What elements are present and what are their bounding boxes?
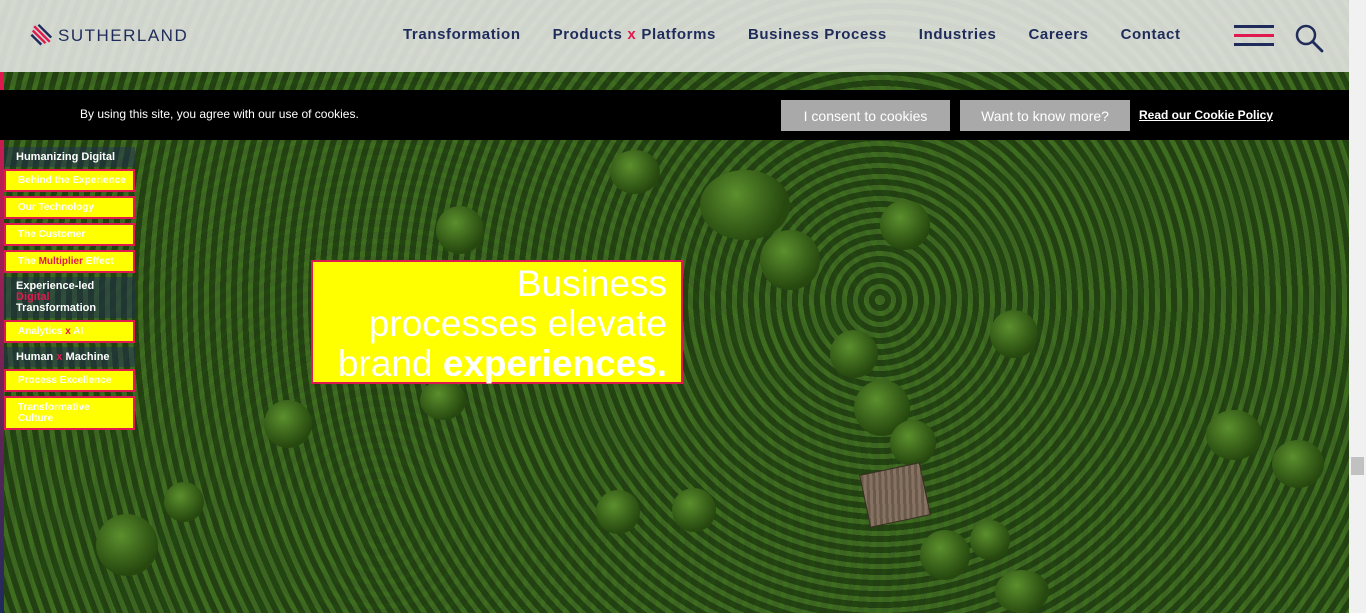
consent-cookies-button[interactable]: I consent to cookies (781, 100, 950, 131)
sutherland-logo-icon (30, 24, 52, 46)
nav-products-label: Products (552, 26, 623, 43)
side-item-our-technology[interactable]: Our Technology (4, 196, 135, 219)
side-section-text: Machine (65, 351, 110, 363)
tree-image (880, 200, 930, 250)
side-section-text: Human (16, 351, 54, 363)
hero-line-2: processes elevate (368, 303, 667, 344)
tree-image (970, 520, 1010, 560)
cookie-message: By using this site, you agree with our u… (80, 107, 359, 121)
tree-image (1206, 410, 1262, 460)
side-item-process-excellence[interactable]: Process Excellence (4, 369, 135, 392)
tree-image (920, 530, 970, 580)
tree-image (596, 490, 640, 534)
main-nav: Transformation Products x Platforms Busine… (403, 26, 1213, 43)
tree-image (760, 230, 820, 290)
side-item-text-highlight: Multiplier (38, 256, 84, 267)
cookie-banner: By using this site, you agree with our u… (0, 90, 1349, 140)
tree-image (164, 482, 204, 522)
page-scrollbar[interactable] (1349, 0, 1366, 613)
side-item-text: AI (73, 326, 84, 337)
hero-line-3-word: brand (337, 343, 433, 384)
nav-platforms-label: Platforms (641, 26, 716, 43)
tree-image (990, 310, 1038, 358)
nav-business-process[interactable]: Business Process (748, 26, 887, 43)
tree-image (610, 150, 660, 194)
hamburger-menu-icon[interactable] (1234, 25, 1276, 49)
side-item-text: The (18, 256, 36, 267)
nav-transformation[interactable]: Transformation (403, 26, 521, 43)
side-item-text: Effect (85, 256, 114, 267)
side-item-multiplier-effect[interactable]: The Multiplier Effect (4, 250, 135, 273)
side-item-transformative-culture[interactable]: Transformative Culture (4, 396, 135, 430)
side-section-human-machine[interactable]: Human x Machine (4, 347, 135, 367)
search-icon[interactable] (1294, 23, 1324, 53)
site-header: SUTHERLAND Transformation Products x Platf… (0, 0, 1349, 72)
logo[interactable]: SUTHERLAND (28, 24, 188, 48)
nav-industries[interactable]: Industries (919, 26, 997, 43)
hero-line-1: Business (516, 263, 667, 304)
tree-image (264, 400, 312, 448)
hero-headline: Business processes elevate brand experie… (311, 260, 683, 384)
tree-image (1272, 440, 1324, 488)
cookie-policy-link[interactable]: Read our Cookie Policy (1139, 108, 1273, 122)
tree-image (436, 206, 484, 254)
hero-line-3: brand experiences. (313, 344, 667, 384)
nav-products-platforms[interactable]: Products x Platforms (553, 26, 716, 43)
nav-separator-x: x (627, 26, 637, 43)
side-item-text-highlight: x (65, 326, 71, 337)
hero-line-3-emphasis: experiences. (442, 343, 667, 384)
tree-image (830, 330, 878, 378)
tree-image (700, 170, 790, 240)
tree-image (96, 514, 158, 576)
side-section-humanizing-digital[interactable]: Humanizing Digital (4, 147, 135, 167)
scrollbar-thumb[interactable] (1351, 457, 1364, 475)
tree-image (420, 380, 466, 420)
know-more-button[interactable]: Want to know more? (960, 100, 1130, 131)
tree-image (890, 420, 936, 466)
side-item-behind-the-experience[interactable]: Behind the Experience (4, 169, 135, 192)
tree-image (672, 488, 716, 532)
side-section-text: Transformation (16, 302, 97, 314)
tree-image (995, 570, 1049, 613)
nav-contact[interactable]: Contact (1121, 26, 1181, 43)
side-section-experience-led[interactable]: Experience-led Digital Transformation (4, 277, 135, 318)
logo-text: SUTHERLAND (58, 26, 189, 45)
side-item-text: Analytics (18, 326, 63, 337)
side-navigation: Humanizing Digital Behind the Experience… (4, 147, 135, 434)
nav-careers[interactable]: Careers (1028, 26, 1088, 43)
side-item-analytics-ai[interactable]: Analytics x AI (4, 320, 135, 343)
side-item-the-customer[interactable]: The Customer (4, 223, 135, 246)
side-section-text-highlight: x (56, 351, 63, 363)
